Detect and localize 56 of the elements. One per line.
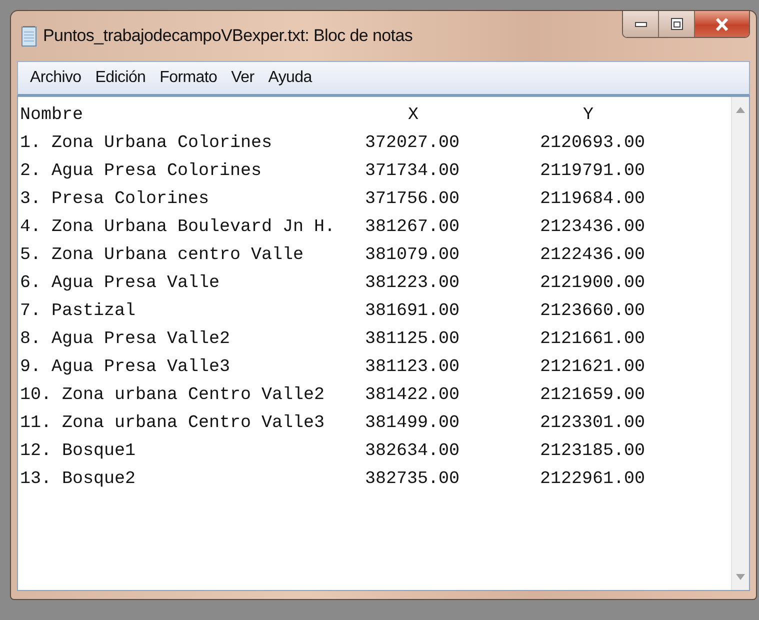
maximize-icon <box>670 18 682 30</box>
point-name: 9. Agua Presa Valle3 <box>20 356 232 379</box>
point-name: 3. Presa Colorines <box>20 188 210 211</box>
x-coordinate: 382634.00 <box>365 440 461 463</box>
menu-item[interactable]: Ver <box>231 69 254 87</box>
x-coordinate: 381223.00 <box>365 272 461 295</box>
maximize-button[interactable] <box>659 11 695 37</box>
menu-item[interactable]: Archivo <box>30 69 82 87</box>
point-name: 12. Bosque1 <box>20 440 137 463</box>
y-coordinate: 2123301.00 <box>540 412 646 435</box>
y-coordinate: 2122961.00 <box>540 468 646 491</box>
point-name: 8. Agua Presa Valle2 <box>20 328 232 351</box>
minimize-icon <box>634 22 646 26</box>
menu-item[interactable]: Edición <box>95 69 146 87</box>
y-coordinate: 2123436.00 <box>540 216 646 239</box>
point-name: 13. Bosque2 <box>20 468 137 491</box>
y-header: Y <box>582 104 595 127</box>
y-coordinate: 2119791.00 <box>540 160 646 183</box>
menu-item[interactable]: Ayuda <box>268 69 312 87</box>
x-coordinate: 371734.00 <box>365 160 461 183</box>
text-area[interactable] <box>17 96 750 591</box>
point-name: 5. Zona Urbana centro Valle <box>20 244 305 267</box>
menu-item[interactable]: Formato <box>160 69 218 87</box>
name-header: Nombre <box>20 104 84 127</box>
x-coordinate: 381499.00 <box>365 412 461 435</box>
y-coordinate: 2122436.00 <box>540 244 646 267</box>
y-coordinate: 2123185.00 <box>540 440 646 463</box>
x-coordinate: 381267.00 <box>365 216 461 239</box>
point-name: 7. Pastizal <box>20 300 137 323</box>
notepad-icon <box>21 25 37 47</box>
y-coordinate: 2121661.00 <box>540 328 646 351</box>
close-button[interactable] <box>695 11 749 37</box>
x-coordinate: 381422.00 <box>365 384 461 407</box>
y-coordinate: 2121621.00 <box>540 356 646 379</box>
minimize-button[interactable] <box>623 11 659 37</box>
y-coordinate: 2120693.00 <box>540 132 646 155</box>
x-coordinate: 382735.00 <box>365 468 461 491</box>
close-icon <box>715 18 729 30</box>
point-name: 11. Zona urbana Centro Valle3 <box>20 412 326 435</box>
x-header: X <box>407 104 420 127</box>
point-name: 1. Zona Urbana Colorines <box>20 132 274 155</box>
point-name: 6. Agua Presa Valle <box>20 272 221 295</box>
y-coordinate: 2119684.00 <box>540 188 646 211</box>
x-coordinate: 381123.00 <box>365 356 461 379</box>
y-coordinate: 2121659.00 <box>540 384 646 407</box>
point-name: 4. Zona Urbana Boulevard Jn H. <box>20 216 336 239</box>
x-coordinate: 372027.00 <box>365 132 461 155</box>
point-name: 10. Zona urbana Centro Valle2 <box>20 384 326 407</box>
x-coordinate: 371756.00 <box>365 188 461 211</box>
x-coordinate: 381691.00 <box>365 300 461 323</box>
y-coordinate: 2121900.00 <box>540 272 646 295</box>
window-title: Puntos_trabajodecampoVBexper.txt: Bloc de notas <box>43 26 413 46</box>
y-coordinate: 2123660.00 <box>540 300 646 323</box>
x-coordinate: 381125.00 <box>365 328 461 351</box>
point-name: 2. Agua Presa Colorines <box>20 160 263 183</box>
x-coordinate: 381079.00 <box>365 244 461 267</box>
